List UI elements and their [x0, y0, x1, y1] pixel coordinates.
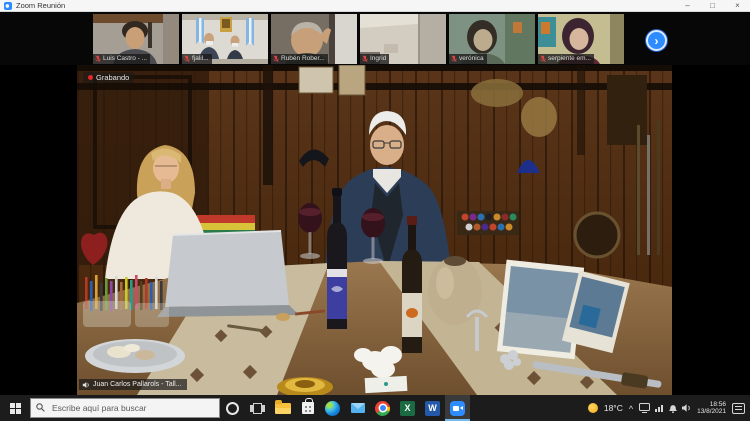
- muted-mic-icon: [273, 55, 279, 63]
- time-label: 18:56: [710, 401, 726, 409]
- chrome-browser-icon: [375, 401, 390, 416]
- shopping-bag-icon: [302, 402, 314, 414]
- store-button[interactable]: [295, 395, 320, 421]
- search-input[interactable]: [30, 398, 220, 418]
- participant-thumb-luis-castro[interactable]: Luis Castro - ...: [93, 14, 179, 64]
- participant-name-label: Rubén Rober...: [271, 54, 328, 64]
- file-explorer-button[interactable]: [270, 395, 295, 421]
- date-label: 13/8/2021: [697, 408, 726, 416]
- maximize-button[interactable]: □: [700, 0, 725, 11]
- search-icon: [36, 403, 45, 412]
- chevron-right-icon: ›: [655, 35, 659, 47]
- participant-thumb-ingrid[interactable]: Ingrid: [360, 14, 446, 64]
- next-participants-button[interactable]: ›: [646, 30, 667, 51]
- muted-mic-icon: [540, 55, 546, 63]
- windows-logo-icon: [10, 403, 21, 414]
- windows-taskbar: X W 18°C ^ 18:56 13/8/2021: [0, 395, 750, 421]
- weather-sun-icon[interactable]: [588, 403, 598, 413]
- muted-mic-icon: [362, 55, 368, 63]
- zoom-taskbar-button[interactable]: [445, 395, 470, 421]
- mail-envelope-icon: [351, 403, 365, 413]
- speaker-name-label: Juan Carlos Pallarols - Tall...: [79, 379, 187, 390]
- tray-status-icons[interactable]: [639, 402, 691, 414]
- participant-name-label: fjalil...: [182, 54, 212, 64]
- excel-icon: X: [400, 401, 415, 416]
- video-frame-scene: [77, 65, 672, 395]
- muted-mic-icon: [95, 55, 101, 63]
- zoom-camera-icon: [450, 401, 465, 416]
- taskbar-search: [30, 398, 220, 418]
- participant-thumb-ruben[interactable]: Rubén Rober...: [271, 14, 357, 64]
- word-button[interactable]: W: [420, 395, 445, 421]
- close-button[interactable]: ×: [725, 0, 750, 11]
- participant-name-label: serpiente em...: [538, 54, 594, 64]
- folder-icon: [275, 403, 291, 414]
- task-view-icon: [253, 403, 262, 414]
- system-tray: 18°C ^ 18:56 13/8/2021: [588, 401, 750, 416]
- edge-browser-icon: [325, 401, 340, 416]
- audio-volume-icon: [82, 381, 90, 389]
- participant-name-label: Luis Castro - ...: [93, 54, 150, 64]
- minimize-button[interactable]: –: [675, 0, 700, 11]
- mail-button[interactable]: [345, 395, 370, 421]
- participant-filmstrip: Luis Castro - ... fjalil...: [0, 12, 750, 65]
- window-controls: – □ ×: [675, 0, 750, 11]
- edge-button[interactable]: [320, 395, 345, 421]
- participant-thumb-veronica[interactable]: verónica: [449, 14, 535, 64]
- recording-label: Grabando: [96, 73, 129, 82]
- temperature-label[interactable]: 18°C: [604, 403, 623, 413]
- participant-thumb-serpiente[interactable]: serpiente em...: [538, 14, 624, 64]
- word-icon: W: [425, 401, 440, 416]
- zoom-app-icon: [4, 2, 12, 10]
- recording-dot-icon: [88, 75, 93, 80]
- participant-name-label: verónica: [449, 54, 487, 64]
- hidden-icons-chevron[interactable]: ^: [629, 404, 633, 414]
- participant-thumb-fjalil[interactable]: fjalil...: [182, 14, 268, 64]
- action-center-icon[interactable]: [732, 403, 745, 414]
- window-title: Zoom Reunión: [16, 1, 65, 10]
- cortana-icon: [226, 402, 239, 415]
- cortana-button[interactable]: [220, 395, 245, 421]
- task-view-button[interactable]: [245, 395, 270, 421]
- muted-mic-icon: [451, 55, 457, 63]
- taskbar-clock[interactable]: 18:56 13/8/2021: [697, 401, 726, 416]
- start-button[interactable]: [0, 395, 30, 421]
- title-bar: Zoom Reunión – □ ×: [0, 0, 750, 12]
- participant-name-label: Ingrid: [360, 54, 389, 64]
- zoom-meeting-window: Zoom Reunión – □ × Luis Castro - ...: [0, 0, 750, 421]
- main-speaker-video[interactable]: Grabando Juan Carlos Pallarols - Tall...: [77, 65, 672, 395]
- muted-mic-icon: [184, 55, 190, 63]
- recording-indicator: Grabando: [83, 72, 134, 83]
- chrome-button[interactable]: [370, 395, 395, 421]
- excel-button[interactable]: X: [395, 395, 420, 421]
